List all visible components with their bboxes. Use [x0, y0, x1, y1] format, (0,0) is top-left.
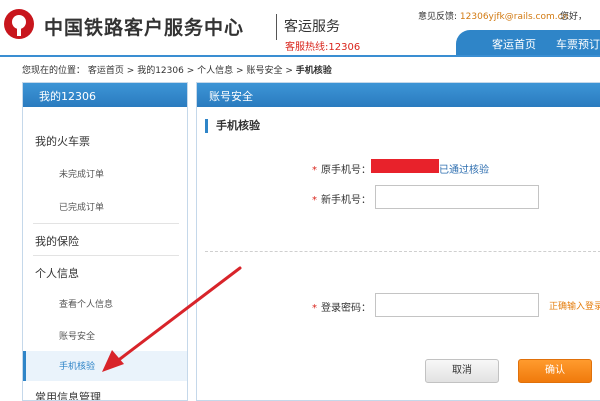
sidebar: 我的12306 我的火车票 未完成订单 已完成订单 我的保险 个人信息 查看个人… — [22, 82, 188, 401]
feedback-email-link[interactable]: 12306yjfk@rails.com.cn — [460, 12, 568, 22]
site-title: 中国铁路客户服务中心 — [44, 17, 245, 39]
redacted-phone-number — [371, 159, 439, 173]
breadcrumb-current: 手机核验 — [295, 66, 332, 76]
section-divider — [205, 251, 600, 252]
site-subtitle: 客运服务 — [284, 19, 340, 35]
password-hint: 正确输入登录密码 — [549, 302, 600, 312]
hotline-text: 客服热线:12306 — [285, 42, 361, 53]
new-phone-label: * 新手机号： — [312, 191, 371, 206]
feedback: 意见反馈: 12306yjfk@rails.com.cn — [418, 9, 568, 22]
password-input[interactable] — [375, 293, 539, 317]
sidebar-divider — [33, 223, 179, 224]
sidebar-item-phone-verify[interactable]: 手机核验 — [23, 351, 187, 381]
panel-title: 账号安全 — [197, 83, 600, 107]
confirm-button[interactable]: 确认 — [518, 359, 592, 383]
original-phone-label-text: 原手机号： — [321, 165, 371, 176]
password-label-text: 登录密码： — [321, 303, 371, 314]
top-nav: 客运首页 车票预订 — [456, 30, 600, 56]
sidebar-item-common-info[interactable]: 常用信息管理 — [23, 389, 187, 400]
sidebar-divider — [33, 255, 179, 256]
railway-logo-icon[interactable] — [4, 9, 34, 39]
original-phone-label: * 原手机号： — [312, 161, 371, 176]
feedback-label: 意见反馈: — [418, 12, 458, 22]
breadcrumb: 您现在的位置： 客运首页 > 我的12306 > 个人信息 > 账号安全 > 手… — [22, 63, 332, 76]
cancel-button[interactable]: 取消 — [425, 359, 499, 383]
sidebar-item-personal-info[interactable]: 个人信息 — [23, 265, 187, 281]
required-mark: * — [312, 303, 317, 314]
breadcrumb-separator: > — [236, 66, 244, 76]
breadcrumb-separator: > — [285, 66, 293, 76]
new-phone-label-text: 新手机号： — [321, 195, 371, 206]
sidebar-item-my-tickets[interactable]: 我的火车票 — [23, 133, 187, 149]
page-header: 中国铁路客户服务中心 客运服务 客服热线:12306 意见反馈: 12306yj… — [0, 0, 600, 56]
header-divider — [0, 55, 600, 57]
sidebar-title: 我的12306 — [23, 83, 187, 107]
breadcrumb-my12306[interactable]: 我的12306 — [137, 66, 184, 76]
breadcrumb-home[interactable]: 客运首页 — [88, 66, 124, 76]
sidebar-item-finished-orders[interactable]: 已完成订单 — [23, 200, 187, 213]
required-mark: * — [312, 165, 317, 176]
breadcrumb-personal-info[interactable]: 个人信息 — [197, 66, 233, 76]
sidebar-item-unfinished-orders[interactable]: 未完成订单 — [23, 167, 187, 180]
breadcrumb-account-security[interactable]: 账号安全 — [246, 66, 282, 76]
nav-home-link[interactable]: 客运首页 — [492, 36, 536, 52]
sidebar-item-my-insurance[interactable]: 我的保险 — [23, 233, 187, 249]
sidebar-item-label: 手机核验 — [59, 362, 96, 372]
breadcrumb-separator: > — [186, 66, 195, 76]
password-label: * 登录密码： — [312, 299, 371, 314]
account-security-panel: 账号安全 手机核验 * 原手机号： 已通过核验 * 新手机号： * 登录密码： 正确输… — [196, 82, 600, 401]
title-divider — [276, 14, 277, 40]
phone-verified-status: 已通过核验 — [439, 165, 489, 176]
new-phone-input[interactable] — [375, 185, 539, 209]
sidebar-item-view-personal-info[interactable]: 查看个人信息 — [23, 297, 187, 310]
breadcrumb-prefix: 您现在的位置： — [22, 66, 86, 76]
required-mark: * — [312, 195, 317, 206]
breadcrumb-separator: > — [126, 66, 135, 76]
nav-tickets-link[interactable]: 车票预订 — [556, 36, 600, 52]
greeting-text: 您好， — [560, 12, 588, 22]
sidebar-item-account-security[interactable]: 账号安全 — [23, 329, 187, 342]
section-title: 手机核验 — [205, 119, 260, 133]
